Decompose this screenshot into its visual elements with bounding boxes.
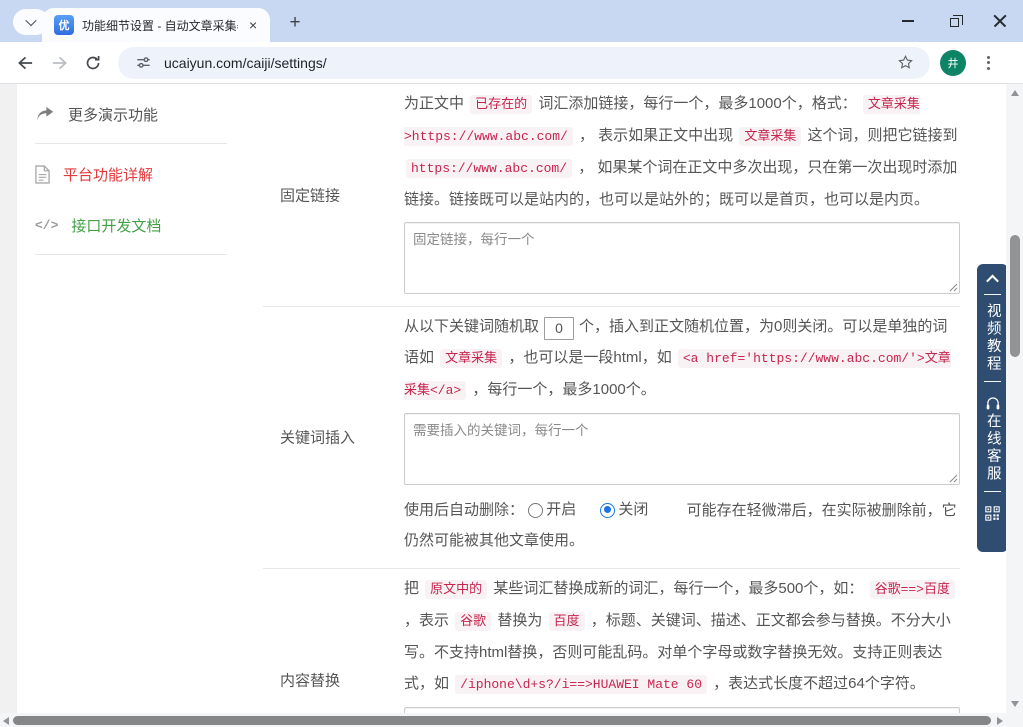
browser-toolbar: ucaiyun.com/caiji/settings/ 井 — [0, 42, 1023, 84]
reload-button[interactable] — [76, 46, 110, 80]
chevron-down-icon — [25, 14, 37, 27]
radio-option-off[interactable]: 关闭 — [600, 495, 648, 525]
sidebar-divider — [35, 143, 227, 144]
page-viewport: 更多演示功能 平台功能详解 </> 接口开发文档 固定链接 为正文中 已存在的 … — [0, 84, 1023, 727]
sidebar-item-api-docs[interactable]: </> 接口开发文档 — [35, 205, 245, 246]
profile-avatar[interactable]: 井 — [940, 49, 966, 76]
sidebar-item-label: 更多演示功能 — [68, 107, 159, 124]
restore-button[interactable] — [931, 0, 977, 42]
radio-icon — [600, 502, 616, 518]
reload-icon — [86, 55, 100, 69]
scroll-right-arrow[interactable] — [997, 716, 1003, 725]
horizontal-scrollbar[interactable] — [0, 713, 1006, 727]
new-tab-button[interactable]: + — [282, 10, 308, 36]
inline-code: 文章采集 — [440, 349, 503, 368]
browser-window: 优 功能细节设置 - 自动文章采集器 × + ucaiyun.com/caiji… — [0, 0, 1023, 727]
close-icon — [993, 14, 1007, 28]
site-favicon: 优 — [54, 15, 74, 35]
browser-tab[interactable]: 优 功能细节设置 - 自动文章采集器 × — [42, 8, 270, 42]
sidebar-item-label: 平台功能详解 — [63, 167, 154, 184]
browser-menu-button[interactable] — [976, 51, 1000, 75]
video-tutorial-button[interactable]: 视频教程 — [985, 303, 1001, 373]
form-section-keyword-insert: 关键词插入 从以下关键词随机取个，插入到正文随机位置，为0则关闭。可以是单独的词… — [263, 306, 960, 568]
form-section-content-replace: 内容替换 把 原文中的 某些词汇替换成新的词汇，每行一个，最多500个，如： 谷… — [263, 567, 960, 713]
back-arrow-icon — [17, 56, 32, 69]
forward-button[interactable] — [42, 46, 76, 80]
address-bar[interactable]: ucaiyun.com/caiji/settings/ — [118, 46, 930, 79]
forward-arrow-icon — [52, 56, 67, 69]
inline-code: 谷歌==>百度 — [869, 579, 955, 599]
field-label: 固定链接 — [280, 187, 341, 205]
inline-code: 已存在的 — [470, 95, 533, 114]
scroll-up-arrow[interactable] — [1010, 90, 1019, 96]
widget-divider — [984, 294, 1001, 295]
field-description: 把 原文中的 某些词汇替换成新的词汇，每行一个，最多500个，如： 谷歌==>百… — [404, 573, 960, 700]
page-content: 更多演示功能 平台功能详解 </> 接口开发文档 固定链接 为正文中 已存在的 … — [17, 84, 1006, 713]
qrcode-icon[interactable] — [985, 506, 1000, 521]
inline-code: 文章采集 — [739, 127, 802, 146]
bookmark-star-button[interactable] — [892, 50, 918, 76]
field-label: 内容替换 — [280, 672, 341, 689]
window-controls — [885, 0, 1023, 42]
field-description: 从以下关键词随机取个，插入到正文随机位置，为0则关闭。可以是单独的词语如 文章采… — [404, 311, 960, 406]
online-service-button[interactable]: 在线客服 — [985, 413, 1001, 483]
scroll-down-arrow[interactable] — [1010, 701, 1019, 707]
site-settings-icon[interactable] — [130, 50, 156, 76]
code-icon: </> — [35, 218, 59, 233]
vertical-scrollbar[interactable] — [1006, 84, 1023, 727]
headset-icon[interactable] — [985, 396, 1001, 411]
sidebar-item-more-demos[interactable]: 更多演示功能 — [35, 94, 245, 135]
vertical-scrollbar-thumb[interactable] — [1009, 235, 1020, 357]
close-button[interactable] — [977, 0, 1023, 42]
scroll-left-arrow[interactable] — [3, 716, 9, 725]
minimize-button[interactable] — [885, 0, 931, 42]
widget-divider — [984, 491, 1001, 492]
back-button[interactable] — [8, 46, 42, 80]
radio-option-on[interactable]: 开启 — [528, 495, 576, 525]
restore-icon — [949, 14, 963, 27]
document-icon — [35, 165, 50, 184]
inline-code: 百度 — [548, 611, 585, 631]
back-to-top-button[interactable] — [986, 274, 999, 288]
keyword-count-input[interactable] — [544, 316, 575, 340]
radio-option-label: 开启 — [546, 501, 577, 518]
inline-code: 原文中的 — [425, 579, 488, 599]
sidebar-divider — [35, 254, 227, 255]
fixed-links-textarea[interactable] — [404, 222, 960, 294]
tab-close-button[interactable]: × — [244, 16, 262, 34]
share-arrow-icon — [37, 107, 54, 121]
sidebar-item-platform-docs[interactable]: 平台功能详解 — [35, 154, 245, 195]
radio-option-label: 关闭 — [618, 501, 649, 518]
radio-icon — [528, 502, 544, 518]
inline-code: /iphone\d+s?/i==>HUAWEI Mate 60 — [455, 674, 708, 694]
star-icon — [897, 54, 913, 69]
auto-delete-row: 使用后自动删除： 开启 关闭 可能存在轻微滞后，在实际被删除前，它仍然可能被其他… — [404, 495, 960, 556]
minimize-icon — [902, 20, 914, 22]
form-section-fixed-links: 固定链接 为正文中 已存在的 词汇添加链接，每行一个，最多1000个，格式： 文… — [263, 84, 960, 306]
sidebar-item-label: 接口开发文档 — [71, 218, 162, 235]
field-label: 关键词插入 — [280, 429, 356, 447]
sidebar: 更多演示功能 平台功能详解 </> 接口开发文档 — [35, 84, 245, 263]
floating-sidebar: 视频教程 在线客服 — [977, 264, 1008, 552]
tab-title: 功能细节设置 - 自动文章采集器 — [82, 18, 239, 33]
horizontal-scrollbar-thumb[interactable] — [13, 715, 991, 725]
inline-code: 谷歌 — [455, 611, 492, 631]
auto-delete-label: 使用后自动删除： — [404, 501, 525, 519]
settings-form: 固定链接 为正文中 已存在的 词汇添加链接，每行一个，最多1000个，格式： 文… — [263, 84, 960, 713]
field-description: 为正文中 已存在的 词汇添加链接，每行一个，最多1000个，格式： 文章采集 >… — [404, 95, 958, 208]
url-text: ucaiyun.com/caiji/settings/ — [164, 54, 327, 71]
browser-titlebar: 优 功能细节设置 - 自动文章采集器 × + — [0, 0, 1023, 42]
widget-divider — [984, 381, 1001, 382]
page-background-strip — [0, 84, 17, 713]
keywords-textarea[interactable] — [404, 413, 960, 485]
inline-code: https://www.abc.com/ — [406, 159, 573, 178]
